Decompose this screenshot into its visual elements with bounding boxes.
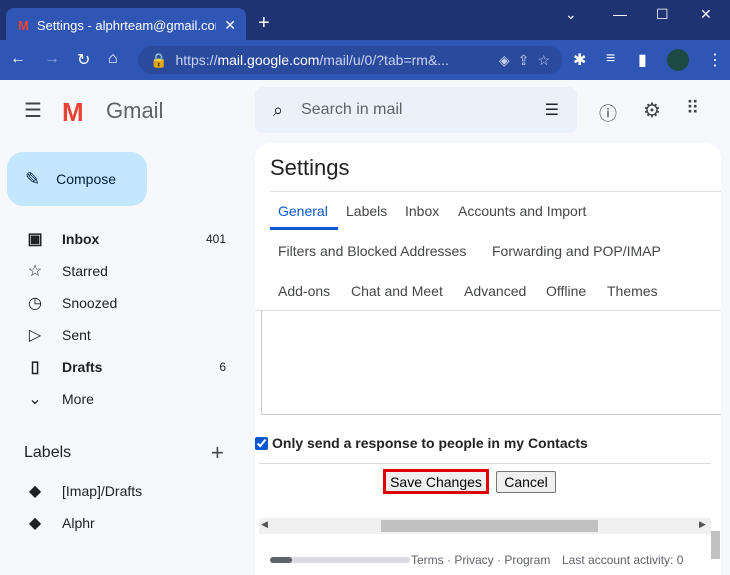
back-icon[interactable]: ←: [10, 50, 26, 68]
compose-label: Compose: [56, 171, 117, 187]
label-name: [Imap]/Drafts: [62, 483, 143, 499]
gmail-logo-text: Gmail: [106, 98, 164, 123]
tab-filters[interactable]: Filters and Blocked Addresses: [278, 243, 466, 259]
settings-panel: Settings General Labels Inbox Accounts a…: [255, 143, 721, 575]
settings-gear-icon[interactable]: ⚙: [643, 98, 661, 123]
storage-bar-fill: [270, 557, 293, 563]
nav-more[interactable]: ⌄ More: [0, 383, 240, 415]
nav-inbox[interactable]: ▣ Inbox 401: [0, 223, 240, 255]
tab-accounts[interactable]: Accounts and Import: [458, 203, 586, 219]
nav-label: Sent: [62, 327, 91, 343]
pencil-icon: ✎: [25, 168, 41, 189]
storage-bar: [270, 557, 410, 563]
tab-advanced[interactable]: Advanced: [464, 283, 526, 299]
nav-label: More: [62, 391, 94, 407]
tab-general[interactable]: General: [278, 203, 328, 219]
search-input[interactable]: ⌕ Search in mail ☰: [255, 87, 577, 133]
cancel-button[interactable]: Cancel: [496, 471, 556, 493]
gmail-favicon-icon: M: [18, 17, 29, 33]
tab-forwarding[interactable]: Forwarding and POP/IMAP: [492, 243, 661, 259]
nav-snoozed[interactable]: ◷ Snoozed: [0, 287, 240, 319]
page-title: Settings: [270, 155, 350, 180]
active-tab-indicator: [270, 227, 338, 230]
tab-chat-meet[interactable]: Chat and Meet: [351, 283, 443, 299]
tab-title: Settings - alphrteam@gmail.com: [36, 17, 217, 33]
labels-heading: Labels: [24, 444, 72, 461]
tab-inbox[interactable]: Inbox: [405, 203, 439, 219]
nav-sent[interactable]: ▷ Sent: [0, 319, 240, 351]
footer-links[interactable]: Terms · Privacy · Program: [411, 553, 550, 567]
scrollbar-thumb[interactable]: [381, 520, 598, 532]
nav-label: Drafts: [62, 359, 103, 375]
bookmark-star-icon[interactable]: ☆: [537, 52, 550, 69]
nav-count: 401: [205, 232, 226, 246]
reload-icon[interactable]: ↻: [77, 50, 90, 70]
send-icon: ▷: [28, 327, 42, 344]
save-changes-button[interactable]: Save Changes: [383, 469, 489, 494]
extensions-puzzle-icon[interactable]: ✱: [573, 50, 586, 70]
browser-tab[interactable]: M Settings - alphrteam@gmail.com ✕: [6, 8, 246, 42]
contacts-only-checkbox[interactable]: [255, 436, 268, 450]
search-icon[interactable]: ⌕: [273, 100, 283, 121]
apps-grid-icon[interactable]: ⠿: [686, 98, 699, 119]
nav-starred[interactable]: ☆ Starred: [0, 255, 240, 287]
nav-label: Inbox: [62, 231, 100, 247]
signature-editor-area[interactable]: [261, 311, 721, 415]
address-bar[interactable]: 🔒 https://mail.google.com/mail/u/0/?tab=…: [138, 46, 562, 74]
tab-offline[interactable]: Offline: [546, 283, 586, 299]
vertical-scrollbar-thumb[interactable]: [711, 531, 720, 559]
maximize-button[interactable]: ☐: [656, 6, 669, 23]
contacts-only-label: Only send a response to people in my Con…: [272, 435, 588, 451]
label-tag-icon: ◆: [28, 483, 42, 500]
add-label-icon[interactable]: +: [211, 440, 224, 466]
nav-count: 6: [219, 360, 226, 374]
clock-icon: ◷: [28, 295, 42, 312]
divider: [270, 191, 721, 192]
search-options-icon[interactable]: ☰: [545, 100, 559, 120]
close-window-button[interactable]: ✕: [700, 6, 712, 23]
url-text: https://mail.google.com/mail/u/0/?tab=rm…: [175, 52, 449, 68]
inbox-icon: ▣: [27, 231, 43, 248]
label-item[interactable]: ◆ Alphr: [0, 507, 240, 539]
label-tag-icon: ◆: [28, 515, 42, 532]
lock-icon: 🔒: [150, 51, 168, 68]
home-icon[interactable]: ⌂: [108, 50, 118, 68]
nav-label: Snoozed: [62, 295, 118, 311]
compose-button[interactable]: ✎ Compose: [7, 152, 147, 206]
scroll-right-arrow-icon[interactable]: ▶: [699, 519, 706, 530]
media-icon[interactable]: ≡: [606, 50, 615, 68]
help-icon[interactable]: ⓘ: [599, 100, 617, 126]
label-item[interactable]: ◆ [Imap]/Drafts: [0, 475, 240, 507]
star-icon: ☆: [27, 263, 43, 280]
share-icon[interactable]: ⇪: [518, 52, 530, 69]
tab-themes[interactable]: Themes: [607, 283, 658, 299]
label-name: Alphr: [62, 515, 95, 531]
tab-labels[interactable]: Labels: [346, 203, 387, 219]
horizontal-scrollbar[interactable]: ◀ ▶: [259, 518, 711, 534]
side-panel-icon[interactable]: ▮: [638, 50, 647, 70]
draft-icon: ▯: [30, 359, 40, 376]
tab-search-icon[interactable]: ⌄: [565, 6, 577, 23]
close-tab-icon[interactable]: ✕: [224, 17, 236, 34]
gmail-logo-icon: M: [62, 97, 84, 127]
menu-kebab-icon[interactable]: ⋮: [707, 50, 723, 70]
main-menu-icon[interactable]: ☰: [24, 98, 42, 123]
contacts-only-option[interactable]: Only send a response to people in my Con…: [255, 435, 588, 451]
profile-avatar[interactable]: [667, 49, 689, 71]
nav-label: Starred: [62, 263, 108, 279]
nav-drafts[interactable]: ▯ Drafts 6: [0, 351, 240, 383]
minimize-button[interactable]: —: [613, 6, 627, 22]
chevron-down-icon: ⌄: [28, 391, 42, 408]
forward-icon[interactable]: →: [44, 50, 60, 68]
last-account-activity: Last account activity: 0: [562, 553, 684, 567]
search-placeholder: Search in mail: [301, 101, 403, 118]
divider: [259, 463, 711, 464]
scroll-left-arrow-icon[interactable]: ◀: [261, 519, 268, 530]
new-tab-button[interactable]: +: [258, 12, 270, 35]
tab-addons[interactable]: Add-ons: [278, 283, 330, 299]
extension-icon[interactable]: ◈: [499, 52, 510, 69]
